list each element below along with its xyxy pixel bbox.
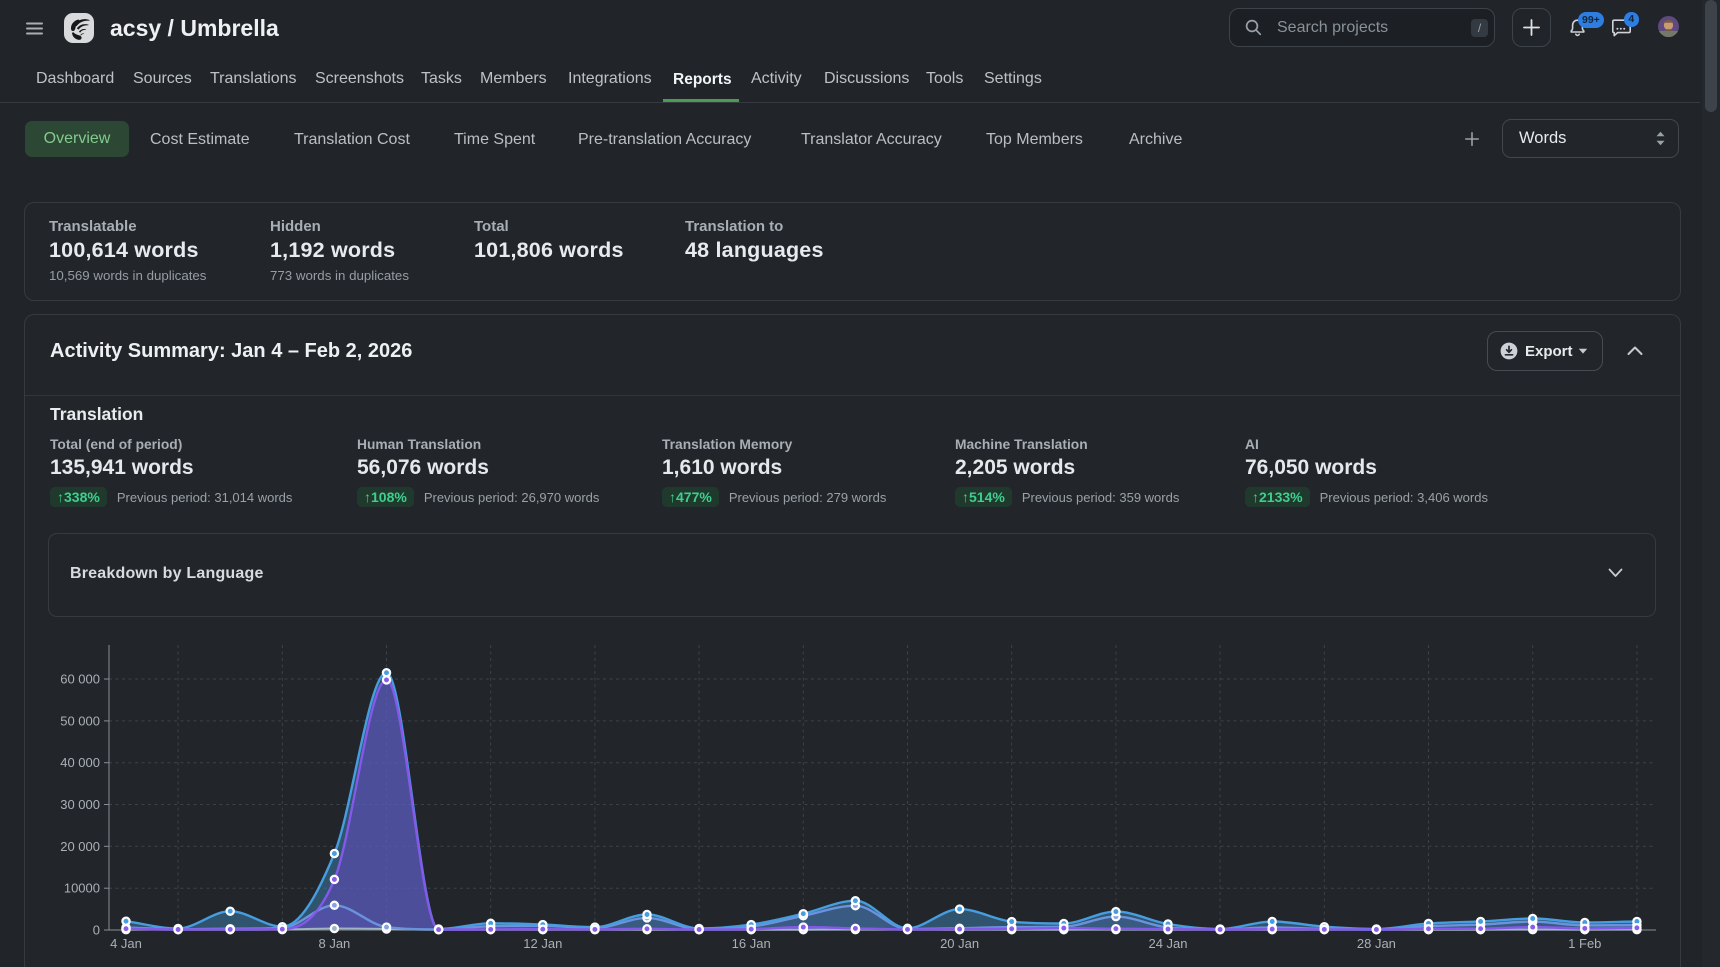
svg-text:0: 0 [93,923,100,938]
svg-text:50 000: 50 000 [60,713,100,728]
svg-text:20 000: 20 000 [60,839,100,854]
svg-text:28 Jan: 28 Jan [1357,936,1396,951]
svg-text:8 Jan: 8 Jan [318,936,350,951]
svg-text:60 000: 60 000 [60,672,100,687]
svg-text:30 000: 30 000 [60,797,100,812]
svg-text:4 Jan: 4 Jan [110,936,142,951]
svg-text:10000: 10000 [64,881,100,896]
svg-text:16 Jan: 16 Jan [732,936,771,951]
svg-text:1 Feb: 1 Feb [1568,936,1601,951]
svg-text:12 Jan: 12 Jan [523,936,562,951]
svg-text:24 Jan: 24 Jan [1148,936,1187,951]
svg-text:40 000: 40 000 [60,755,100,770]
svg-text:20 Jan: 20 Jan [940,936,979,951]
